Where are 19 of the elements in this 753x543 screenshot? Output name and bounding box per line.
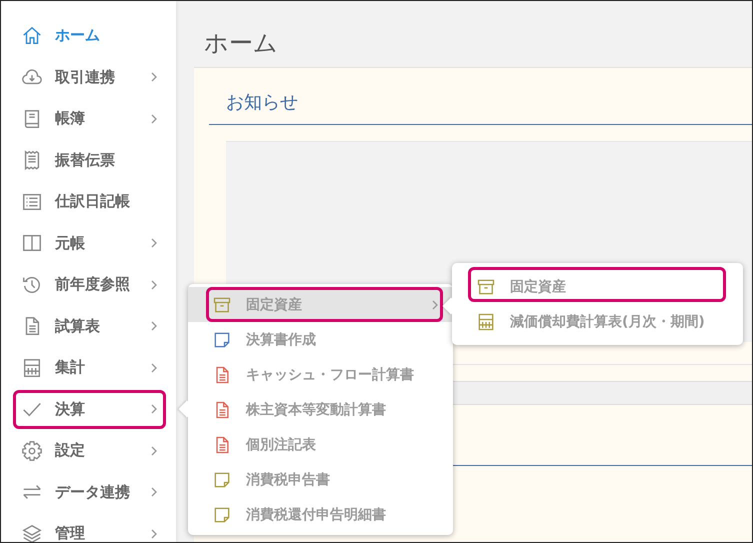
layers-icon xyxy=(21,522,43,542)
section-heading: お知らせ xyxy=(209,82,752,125)
sidebar-item[interactable]: 仕訳日記帳 xyxy=(1,181,176,222)
sidebar-item[interactable]: データ連携 xyxy=(1,472,176,513)
sidebar-item[interactable]: 決算 xyxy=(1,388,176,430)
sidebar-item[interactable]: 試算表 xyxy=(1,306,176,347)
sidebar-item[interactable]: 帳簿 xyxy=(1,98,176,140)
sidebar-item[interactable]: 設定 xyxy=(1,430,176,472)
sidebar-item[interactable]: 集計 xyxy=(1,347,176,388)
sidebar-item[interactable]: 前年度参照 xyxy=(1,264,176,306)
home-icon xyxy=(21,24,43,47)
sidebar-item[interactable]: 取引連携 xyxy=(1,56,176,98)
sidebar-item[interactable]: ホーム xyxy=(1,15,176,56)
sidebar-item[interactable]: 元帳 xyxy=(1,222,176,264)
sidebar-item[interactable]: 管理 xyxy=(1,513,176,542)
page-title: ホーム xyxy=(203,28,279,59)
calculator-icon xyxy=(21,356,43,379)
settings-icon xyxy=(21,440,43,462)
sidebar-item[interactable]: 振替伝票 xyxy=(1,140,176,181)
